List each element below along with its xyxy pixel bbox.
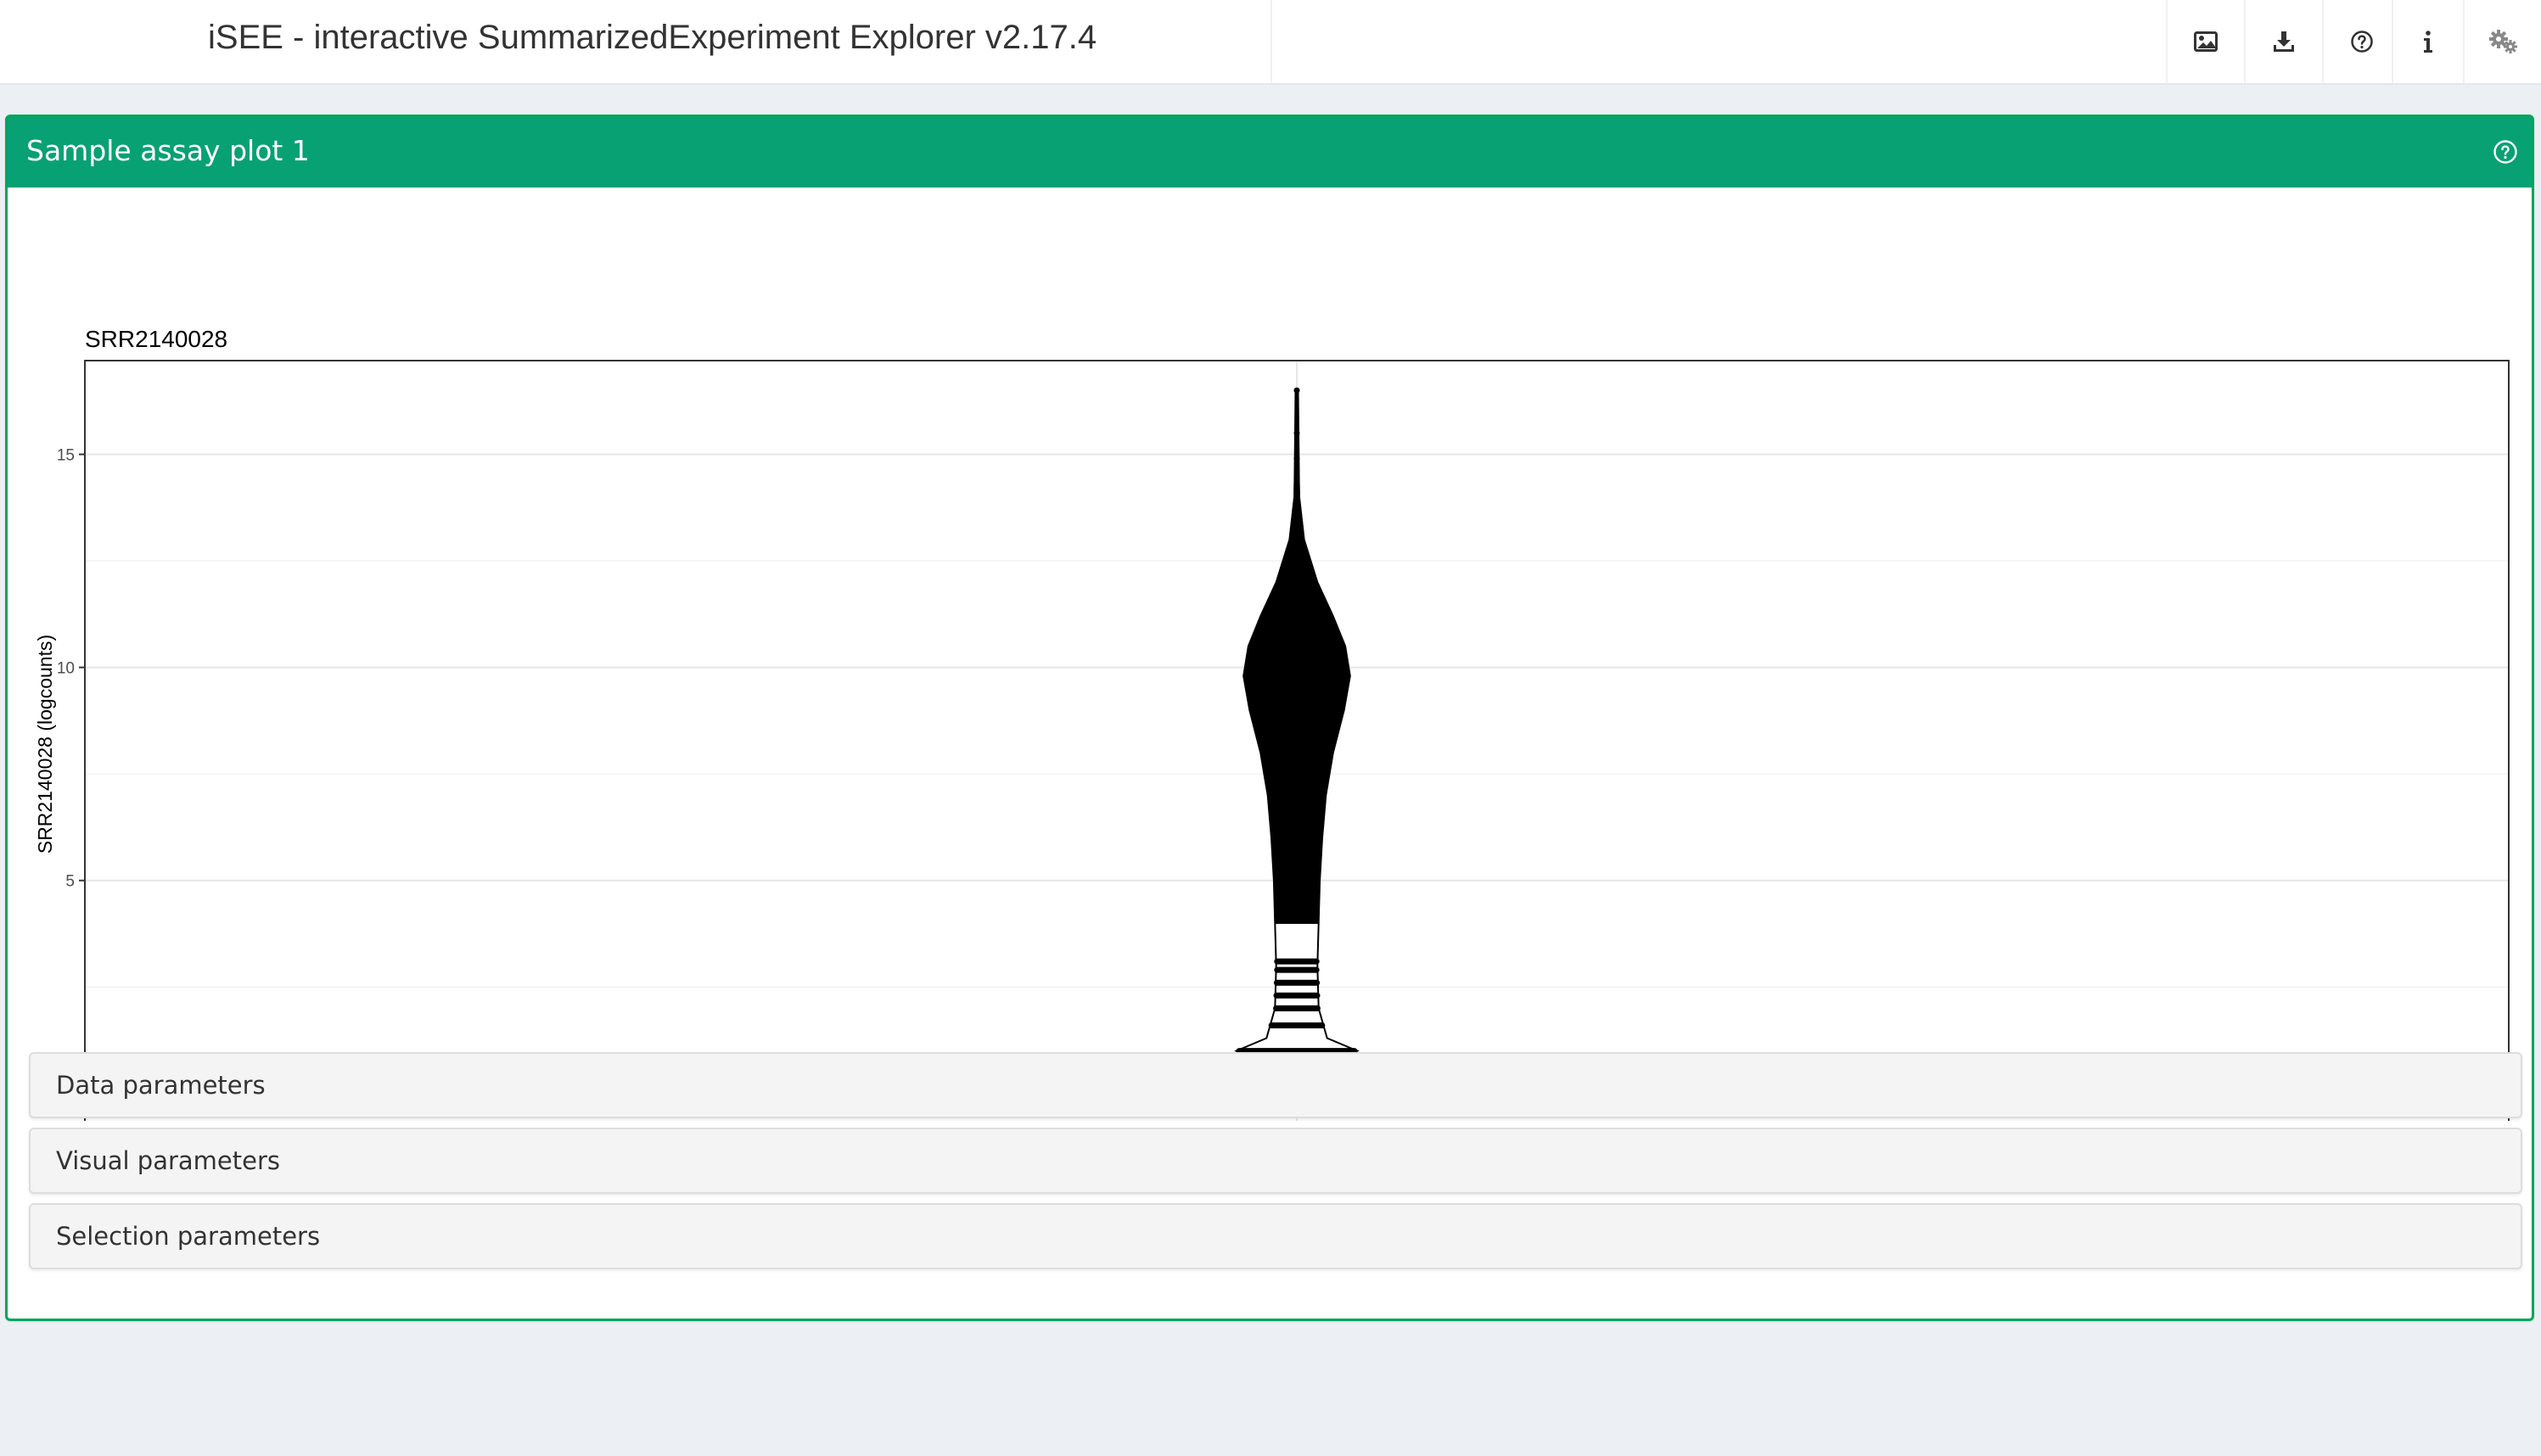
violin-plot[interactable]: SRR2140028 051015 SRR2140028 (logcounts): [8, 188, 2532, 1121]
app-header: iSEE - interactive SummarizedExperiment …: [0, 0, 2541, 85]
y-tick-label: 10: [57, 660, 75, 678]
download-icon: [2272, 30, 2296, 53]
image-icon: [2194, 31, 2218, 52]
settings-button[interactable]: [2463, 0, 2541, 83]
help-tour-button[interactable]: [2322, 0, 2400, 83]
y-axis: 051015: [57, 446, 85, 1104]
visual-parameters-label: Visual parameters: [56, 1146, 281, 1175]
data-point: [1293, 477, 1300, 484]
app-title: iSEE - interactive SummarizedExperiment …: [208, 19, 1097, 56]
y-axis-label: SRR2140028 (logcounts): [34, 635, 56, 854]
chart-title: SRR2140028: [85, 326, 227, 352]
panel-title: Sample assay plot 1: [26, 134, 310, 167]
data-parameters-label: Data parameters: [56, 1071, 266, 1100]
data-point: [1293, 387, 1300, 394]
info-button[interactable]: [2392, 0, 2463, 83]
sample-assay-plot-panel: Sample assay plot 1 SRR2140028 051015 SR…: [5, 115, 2534, 1321]
y-tick-label: 15: [57, 446, 75, 464]
data-point: [1293, 494, 1300, 501]
question-circle-icon: [2350, 30, 2374, 53]
header-divider: [1270, 0, 1272, 83]
panel-help-button[interactable]: [2493, 139, 2518, 168]
gears-icon: [2488, 29, 2519, 54]
data-parameters-box[interactable]: Data parameters: [29, 1052, 2522, 1118]
export-figures-button[interactable]: [2166, 0, 2244, 83]
download-button[interactable]: [2244, 0, 2322, 83]
question-circle-icon: [2493, 140, 2518, 168]
points-cloud: [1243, 389, 1350, 924]
data-point: [1293, 456, 1300, 462]
visual-parameters-box[interactable]: Visual parameters: [29, 1128, 2522, 1194]
data-point: [1293, 511, 1300, 518]
selection-parameters-label: Selection parameters: [56, 1222, 321, 1251]
panel-header: Sample assay plot 1: [8, 117, 2532, 188]
data-point: [1293, 429, 1300, 436]
y-tick-label: 5: [65, 873, 75, 891]
selection-parameters-box[interactable]: Selection parameters: [29, 1203, 2522, 1269]
info-icon: [2422, 30, 2434, 53]
